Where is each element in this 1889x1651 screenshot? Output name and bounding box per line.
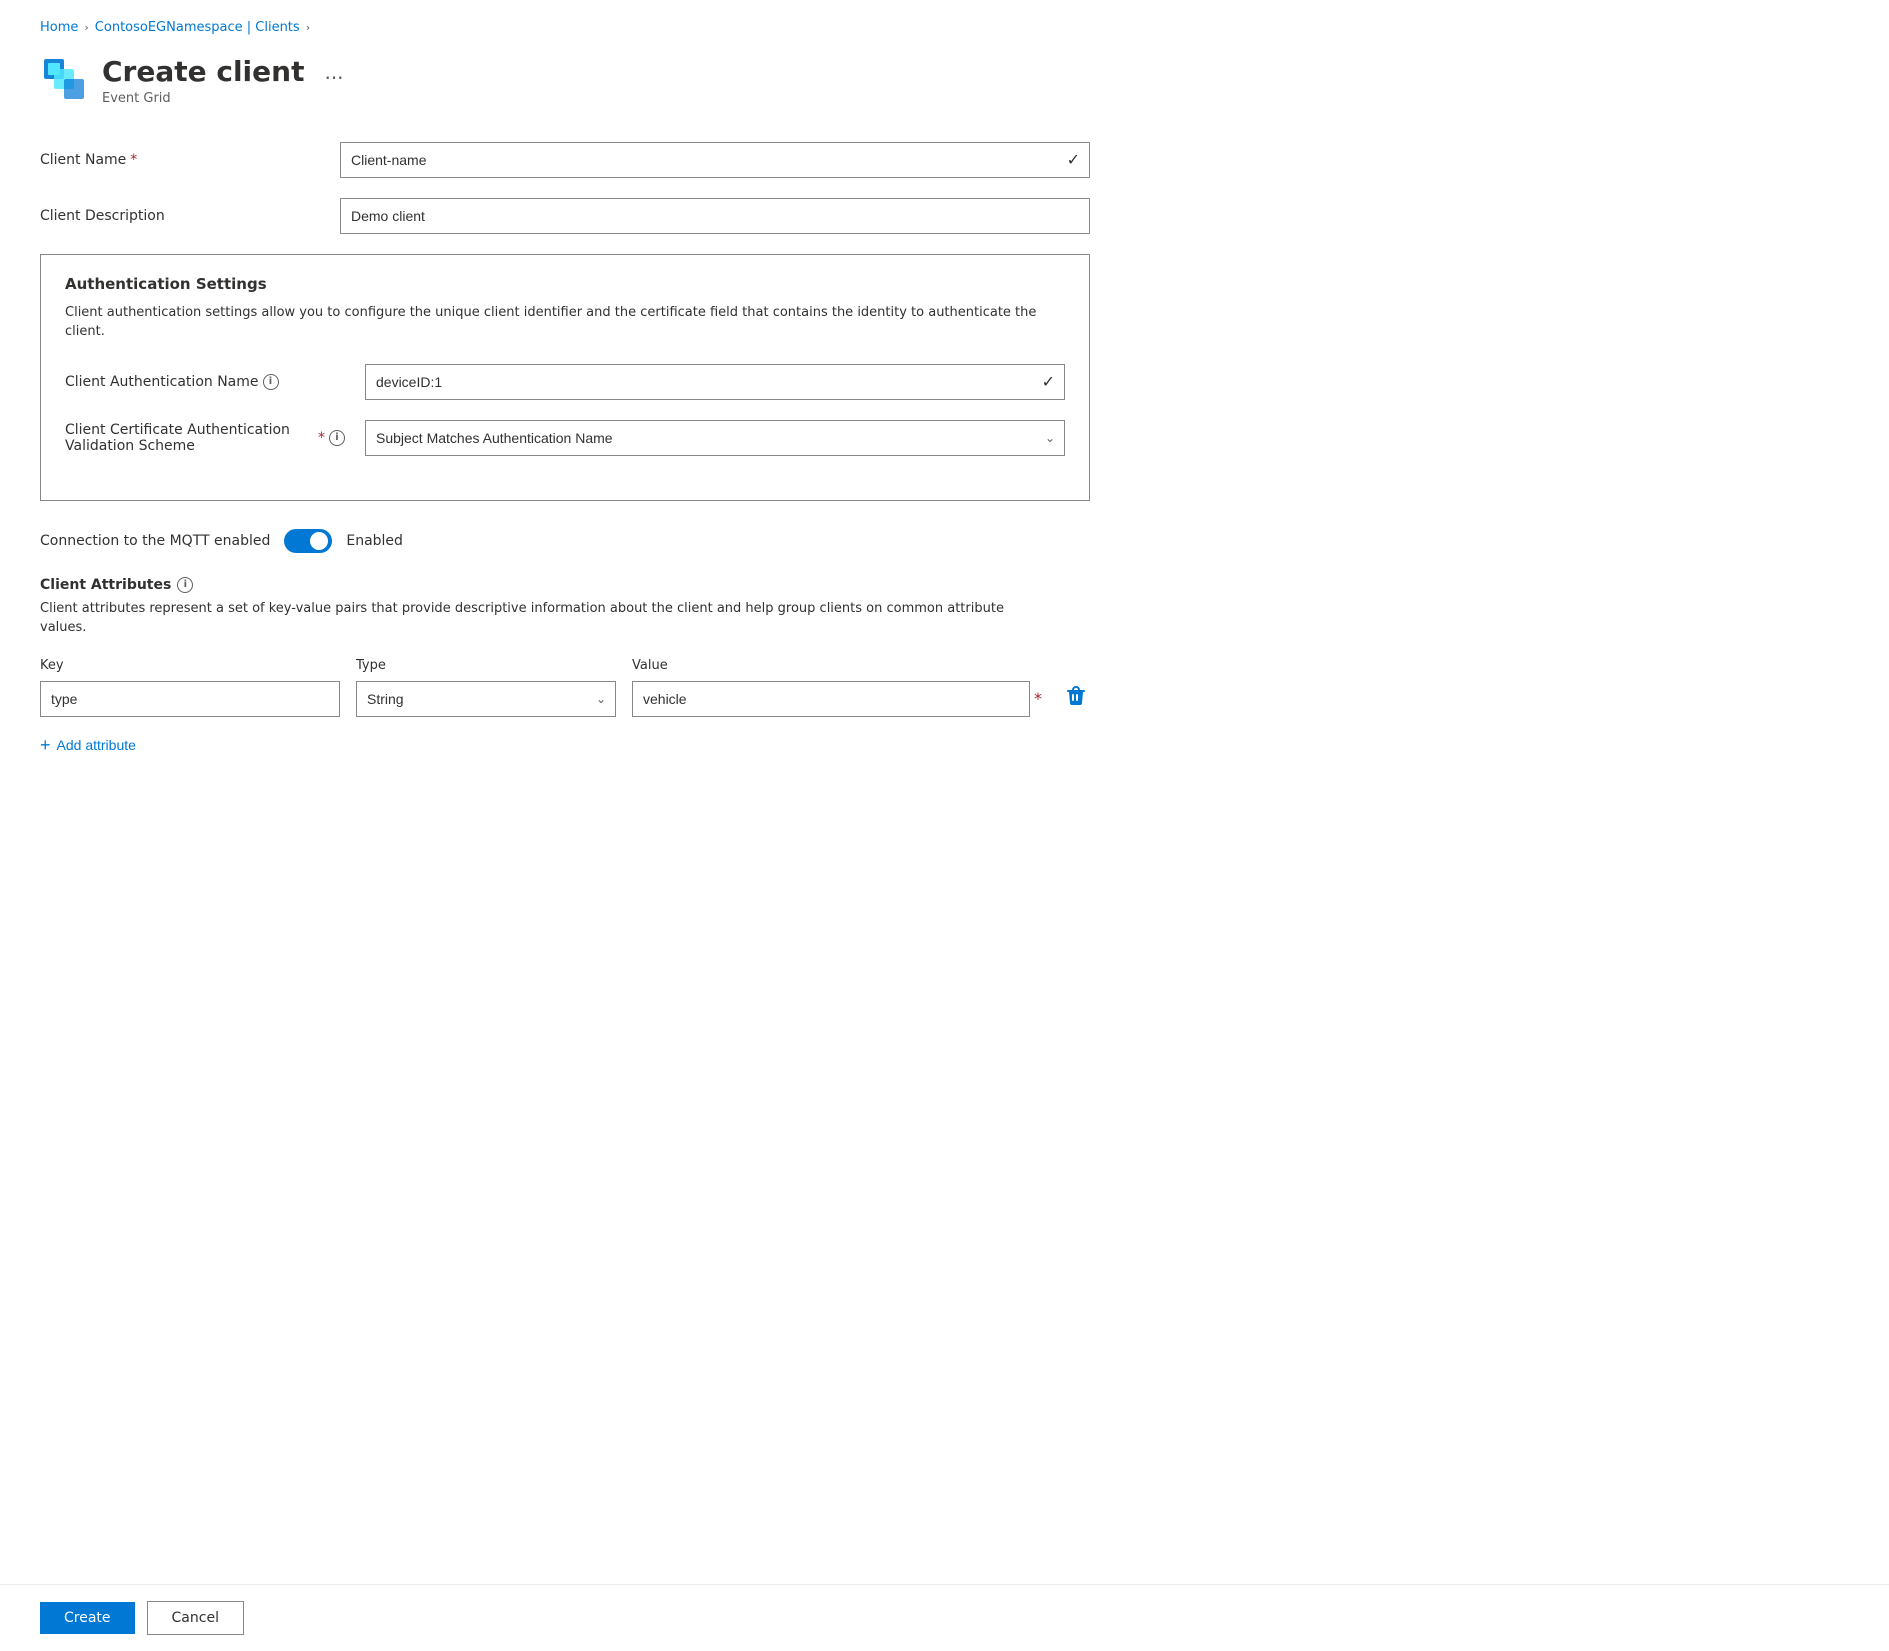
auth-name-control: ✓ [365, 364, 1065, 400]
event-grid-icon [40, 55, 88, 103]
attributes-info-icon[interactable]: i [177, 577, 193, 593]
client-name-row: Client Name * ✓ [40, 142, 1090, 178]
validation-scheme-control: Subject Matches Authentication Name Thum… [365, 420, 1065, 456]
col-header-key: Key [40, 658, 340, 673]
attr-value-control-0: * [632, 681, 1046, 717]
col-header-type: Type [356, 658, 616, 673]
attr-key-input-0[interactable] [40, 681, 340, 717]
attributes-header: Key Type Value [40, 658, 1090, 673]
more-options-button[interactable]: ... [324, 60, 343, 84]
trash-icon [1066, 686, 1086, 706]
client-description-control [340, 198, 1090, 234]
auth-name-label: Client Authentication Name i [65, 374, 345, 390]
breadcrumb-namespace[interactable]: ContosoEGNamespace | Clients [95, 20, 300, 35]
auth-name-check-icon: ✓ [1042, 372, 1055, 391]
col-header-value: Value [632, 658, 1090, 673]
mqtt-toggle-row: Connection to the MQTT enabled Enabled [40, 529, 1090, 553]
breadcrumb-chevron-2: › [306, 21, 310, 34]
plus-icon: + [40, 735, 51, 756]
client-name-control: ✓ [340, 142, 1090, 178]
attributes-title-row: Client Attributes i [40, 577, 1090, 593]
add-attribute-button[interactable]: + Add attribute [40, 729, 136, 762]
validation-info-icon[interactable]: i [329, 430, 345, 446]
attribute-row-0: String Integer Boolean Float ⌄ * [40, 681, 1090, 717]
auth-settings-box: Authentication Settings Client authentic… [40, 254, 1090, 501]
breadcrumb-home[interactable]: Home [40, 20, 78, 35]
auth-name-row: Client Authentication Name i ✓ [65, 364, 1065, 400]
page-header: Create client ... Event Grid [40, 55, 1849, 106]
create-button[interactable]: Create [40, 1602, 135, 1634]
page-title: Create client [102, 55, 304, 89]
attributes-desc: Client attributes represent a set of key… [40, 599, 1040, 638]
mqtt-toggle[interactable] [284, 529, 332, 553]
client-name-required: * [130, 152, 137, 168]
client-name-check-icon: ✓ [1067, 150, 1080, 169]
toggle-track [284, 529, 332, 553]
auth-settings-desc: Client authentication settings allow you… [65, 303, 1065, 342]
validation-scheme-label: Client Certificate Authentication Valida… [65, 422, 345, 454]
client-description-input[interactable] [340, 198, 1090, 234]
attr-key-control-0 [40, 681, 340, 717]
cancel-button[interactable]: Cancel [147, 1601, 244, 1635]
validation-required: * [318, 430, 325, 446]
client-attributes-section: Client Attributes i Client attributes re… [40, 577, 1090, 762]
page-title-group: Create client ... Event Grid [102, 55, 344, 106]
auth-name-input[interactable] [365, 364, 1065, 400]
footer-bar: Create Cancel [0, 1584, 1889, 1651]
attr-type-select-0[interactable]: String Integer Boolean Float [356, 681, 616, 717]
attr-value-required-0: * [1034, 689, 1042, 708]
mqtt-status: Enabled [346, 533, 403, 549]
validation-scheme-row: Client Certificate Authentication Valida… [65, 420, 1065, 456]
breadcrumb: Home › ContosoEGNamespace | Clients › [40, 20, 1849, 35]
auth-name-info-icon[interactable]: i [263, 374, 279, 390]
client-name-input[interactable] [340, 142, 1090, 178]
toggle-thumb [310, 532, 328, 550]
attributes-title: Client Attributes [40, 577, 171, 593]
mqtt-label: Connection to the MQTT enabled [40, 533, 270, 549]
page-subtitle: Event Grid [102, 91, 344, 106]
form-section: Client Name * ✓ Client Description Authe… [40, 142, 1090, 762]
validation-scheme-select[interactable]: Subject Matches Authentication Name Thum… [365, 420, 1065, 456]
client-description-label: Client Description [40, 208, 320, 224]
client-description-row: Client Description [40, 198, 1090, 234]
auth-settings-title: Authentication Settings [65, 275, 1065, 293]
delete-attribute-button-0[interactable] [1062, 682, 1090, 715]
attr-value-input-0[interactable] [632, 681, 1030, 717]
breadcrumb-chevron-1: › [84, 21, 88, 34]
attr-type-control-0: String Integer Boolean Float ⌄ [356, 681, 616, 717]
client-name-label: Client Name * [40, 152, 320, 168]
